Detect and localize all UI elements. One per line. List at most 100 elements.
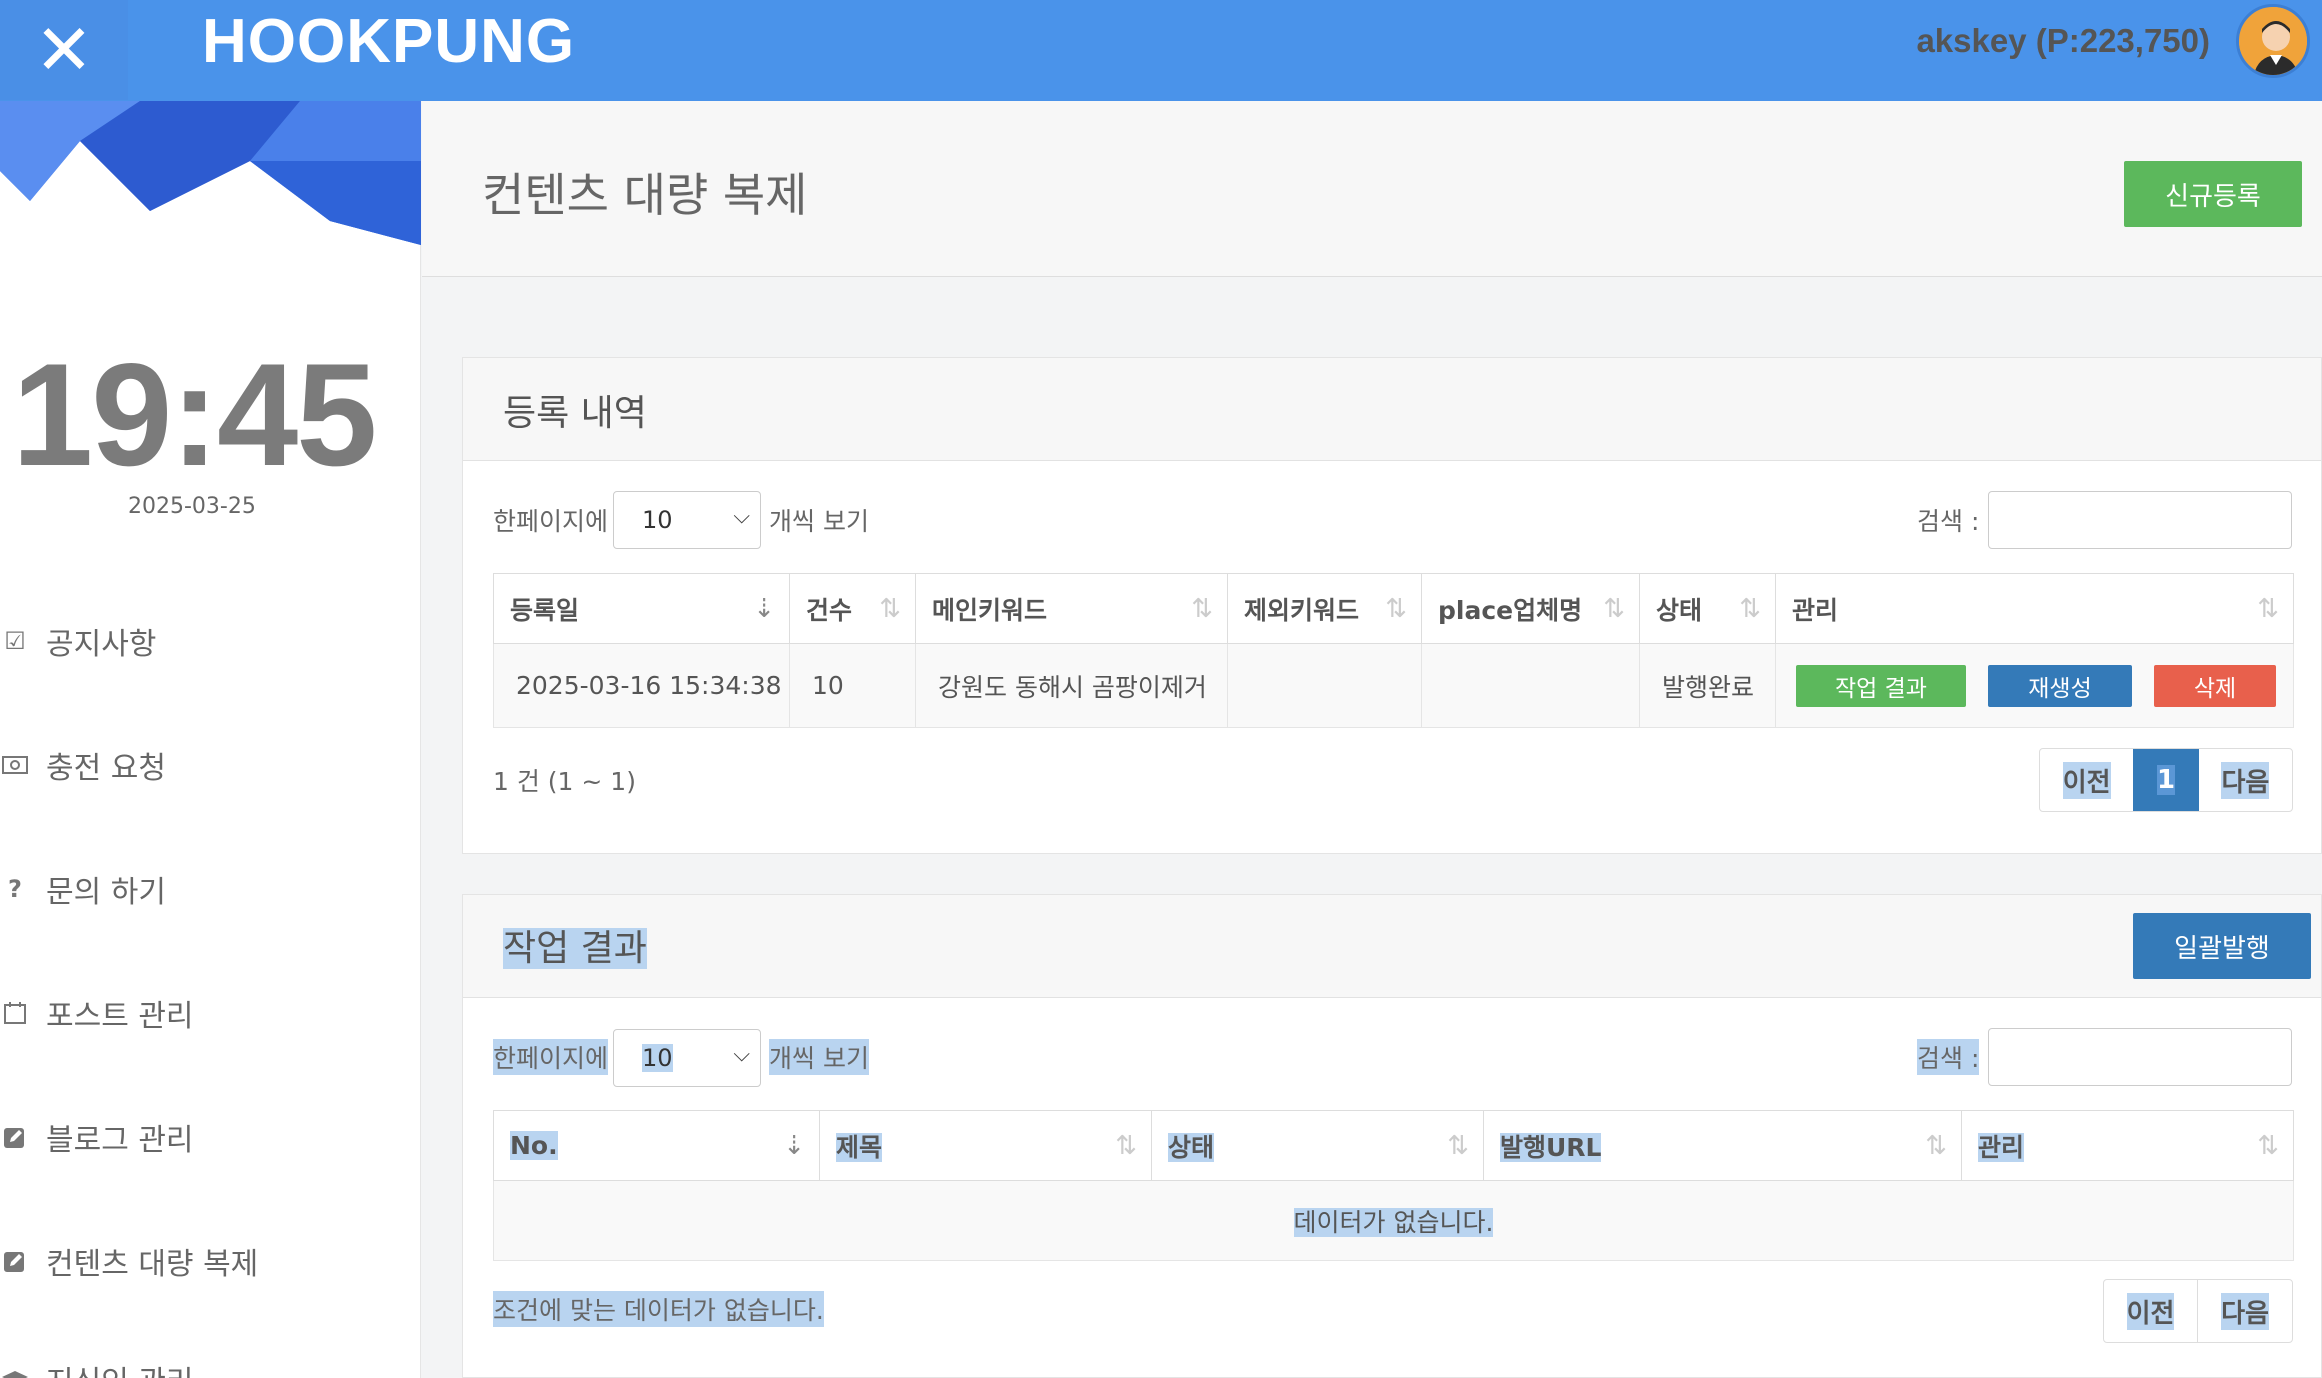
- page-length-prefix: 한페이지에: [493, 507, 609, 536]
- close-button[interactable]: ✕: [0, 0, 128, 100]
- results-pagination: 이전 다음: [2103, 1279, 2293, 1343]
- table-row-empty: 데이터가 없습니다.: [493, 1180, 2294, 1261]
- column-header-manage[interactable]: 관리 ⇅: [1775, 573, 2294, 644]
- registry-search-input[interactable]: [1988, 491, 2292, 549]
- brand-logo[interactable]: HOOKPUNG: [202, 6, 575, 77]
- close-icon: ✕: [34, 9, 94, 91]
- pagination-next[interactable]: 다음: [2197, 1280, 2292, 1342]
- sidebar-item-posts[interactable]: 포스트 관리: [0, 983, 194, 1043]
- money-icon: [0, 750, 30, 780]
- results-panel: 작업 결과 일괄발행 한페이지에 10 ⌵ 개씩 보기 검색 : No. ⇣ 제목…: [462, 894, 2322, 1378]
- sidebar-item-content-copy[interactable]: 컨텐츠 대량 복제: [0, 1231, 258, 1291]
- question-icon: ?: [8, 875, 22, 903]
- sidebar-item-blog[interactable]: 블로그 관리: [0, 1107, 194, 1167]
- sidebar-item-notice[interactable]: ☑ 공지사항: [0, 611, 156, 671]
- page-length-select[interactable]: 10 ⌵: [613, 1029, 761, 1087]
- chevron-down-icon: ⌵: [733, 504, 750, 529]
- results-panel-header: 작업 결과 일괄발행: [463, 895, 2321, 998]
- pagination-prev[interactable]: 이전: [2104, 1280, 2197, 1342]
- results-search-input[interactable]: [1988, 1028, 2292, 1086]
- delete-button[interactable]: 삭제: [2154, 664, 2276, 707]
- cell-place: [1421, 643, 1640, 728]
- results-table: No. ⇣ 제목 ⇅ 상태 ⇅ 발행URL ⇅ 관리 ⇅ 데이터가 없습니다.: [493, 1110, 2294, 1261]
- sidebar-item-label: 블로그 관리: [46, 1123, 194, 1158]
- clock-time: 19:45: [12, 333, 377, 496]
- bulk-publish-button[interactable]: 일괄발행: [2133, 913, 2311, 979]
- results-title: 작업 결과: [503, 928, 647, 969]
- cell-actions: 작업 결과 재생성 삭제: [1775, 643, 2294, 728]
- checkbox-icon: ☑: [4, 627, 26, 655]
- edit-icon: [0, 1122, 30, 1152]
- table-row: 2025-03-16 15:34:38 10 강원도 동해시 곰팡이제거 발행완…: [493, 643, 2294, 728]
- column-header-title[interactable]: 제목 ⇅: [819, 1110, 1152, 1181]
- user-avatar-icon: [2239, 7, 2307, 75]
- sidebar-item-label: 지식인 관리: [46, 1357, 194, 1378]
- edit-icon: [0, 1246, 30, 1276]
- search-label: 검색 :: [1917, 507, 1980, 536]
- sidebar-item-label: 충전 요청: [46, 751, 166, 786]
- column-header-status[interactable]: 상태 ⇅: [1639, 573, 1776, 644]
- table-info: 1 건 (1 ~ 1): [493, 767, 636, 796]
- sort-icon: ⇅: [1385, 594, 1407, 624]
- page-length-value: 10: [642, 506, 673, 534]
- graduation-cap-icon: [0, 1364, 30, 1378]
- page-length-suffix: 개씩 보기: [769, 1039, 869, 1075]
- column-header-manage[interactable]: 관리 ⇅: [1961, 1110, 2294, 1181]
- new-register-button[interactable]: 신규등록: [2124, 161, 2302, 227]
- column-header-date[interactable]: 등록일 ⇣: [493, 573, 790, 644]
- column-header-place[interactable]: place업체명 ⇅: [1421, 573, 1640, 644]
- cell-count: 10: [789, 643, 916, 728]
- sort-desc-icon: ⇣: [753, 594, 775, 624]
- sort-icon: ⇅: [1739, 594, 1761, 624]
- chevron-down-icon: ⌵: [733, 1042, 750, 1067]
- sort-icon: ⇅: [1603, 594, 1625, 624]
- sidebar-item-label: 컨텐츠 대량 복제: [46, 1247, 259, 1282]
- clock-date: 2025-03-25: [128, 494, 256, 519]
- column-header-count[interactable]: 건수 ⇅: [789, 573, 916, 644]
- table-info: 조건에 맞는 데이터가 없습니다.: [493, 1291, 824, 1327]
- page-length-prefix: 한페이지에: [493, 1039, 609, 1075]
- work-result-button[interactable]: 작업 결과: [1796, 664, 1966, 707]
- page-header: 컨텐츠 대량 복제 신규등록: [422, 101, 2322, 277]
- avatar[interactable]: [2236, 4, 2310, 78]
- table-header-row: No. ⇣ 제목 ⇅ 상태 ⇅ 발행URL ⇅ 관리 ⇅: [493, 1110, 2294, 1181]
- cell-date: 2025-03-16 15:34:38: [493, 643, 790, 728]
- column-header-publish-url[interactable]: 발행URL ⇅: [1483, 1110, 1962, 1181]
- sidebar-item-label: 공지사항: [46, 627, 157, 662]
- sidebar-item-charge[interactable]: 충전 요청: [0, 735, 166, 795]
- sidebar-item-inquiry[interactable]: ? 문의 하기: [0, 859, 166, 919]
- page-length-select[interactable]: 10 ⌵: [613, 491, 761, 549]
- pagination-page-1[interactable]: 1: [2133, 749, 2199, 811]
- sidebar-banner-graphic: [0, 101, 421, 245]
- sort-icon: ⇅: [1925, 1131, 1947, 1161]
- sort-icon: ⇅: [1447, 1131, 1469, 1161]
- column-header-exclude-keyword[interactable]: 제외키워드 ⇅: [1227, 573, 1422, 644]
- empty-message: 데이터가 없습니다.: [493, 1180, 2294, 1261]
- pagination-prev[interactable]: 이전: [2040, 749, 2133, 811]
- registry-table: 등록일 ⇣ 건수 ⇅ 메인키워드 ⇅ 제외키워드 ⇅ place업체명 ⇅ 상태 ⇅ 관리 ⇅…: [493, 573, 2294, 728]
- sort-desc-icon: ⇣: [783, 1131, 805, 1161]
- column-header-main-keyword[interactable]: 메인키워드 ⇅: [915, 573, 1228, 644]
- sidebar: 19:45 2025-03-25 ☑ 공지사항 충전 요청 ? 문의 하기 포스…: [0, 101, 421, 1378]
- page-length-value: 10: [642, 1044, 673, 1072]
- column-header-status[interactable]: 상태 ⇅: [1151, 1110, 1484, 1181]
- top-bar: ✕ HOOKPUNG akskey (P:223,750): [0, 0, 2322, 101]
- user-points-label[interactable]: akskey (P:223,750): [1916, 22, 2210, 60]
- regenerate-button[interactable]: 재생성: [1988, 664, 2132, 707]
- search-label: 검색 :: [1917, 1039, 1980, 1075]
- cell-status: 발행완료: [1639, 643, 1776, 728]
- sidebar-item-kin[interactable]: 지식인 관리: [0, 1349, 194, 1378]
- registry-panel-header: 등록 내역: [463, 358, 2321, 461]
- sidebar-item-label: 포스트 관리: [46, 999, 194, 1034]
- sort-icon: ⇅: [2257, 594, 2279, 624]
- sort-icon: ⇅: [1115, 1131, 1137, 1161]
- page-length-suffix: 개씩 보기: [769, 507, 869, 536]
- registry-panel: 등록 내역 한페이지에 10 ⌵ 개씩 보기 검색 : 등록일 ⇣ 건수 ⇅ 메인키…: [462, 357, 2322, 854]
- pagination-next[interactable]: 다음: [2199, 749, 2292, 811]
- sort-icon: ⇅: [1191, 594, 1213, 624]
- cell-exclude-keyword: [1227, 643, 1422, 728]
- sidebar-item-label: 문의 하기: [46, 875, 166, 910]
- calendar-icon: [0, 998, 30, 1028]
- column-header-no[interactable]: No. ⇣: [493, 1110, 820, 1181]
- table-header-row: 등록일 ⇣ 건수 ⇅ 메인키워드 ⇅ 제외키워드 ⇅ place업체명 ⇅ 상태 ⇅ 관리 ⇅: [493, 573, 2294, 644]
